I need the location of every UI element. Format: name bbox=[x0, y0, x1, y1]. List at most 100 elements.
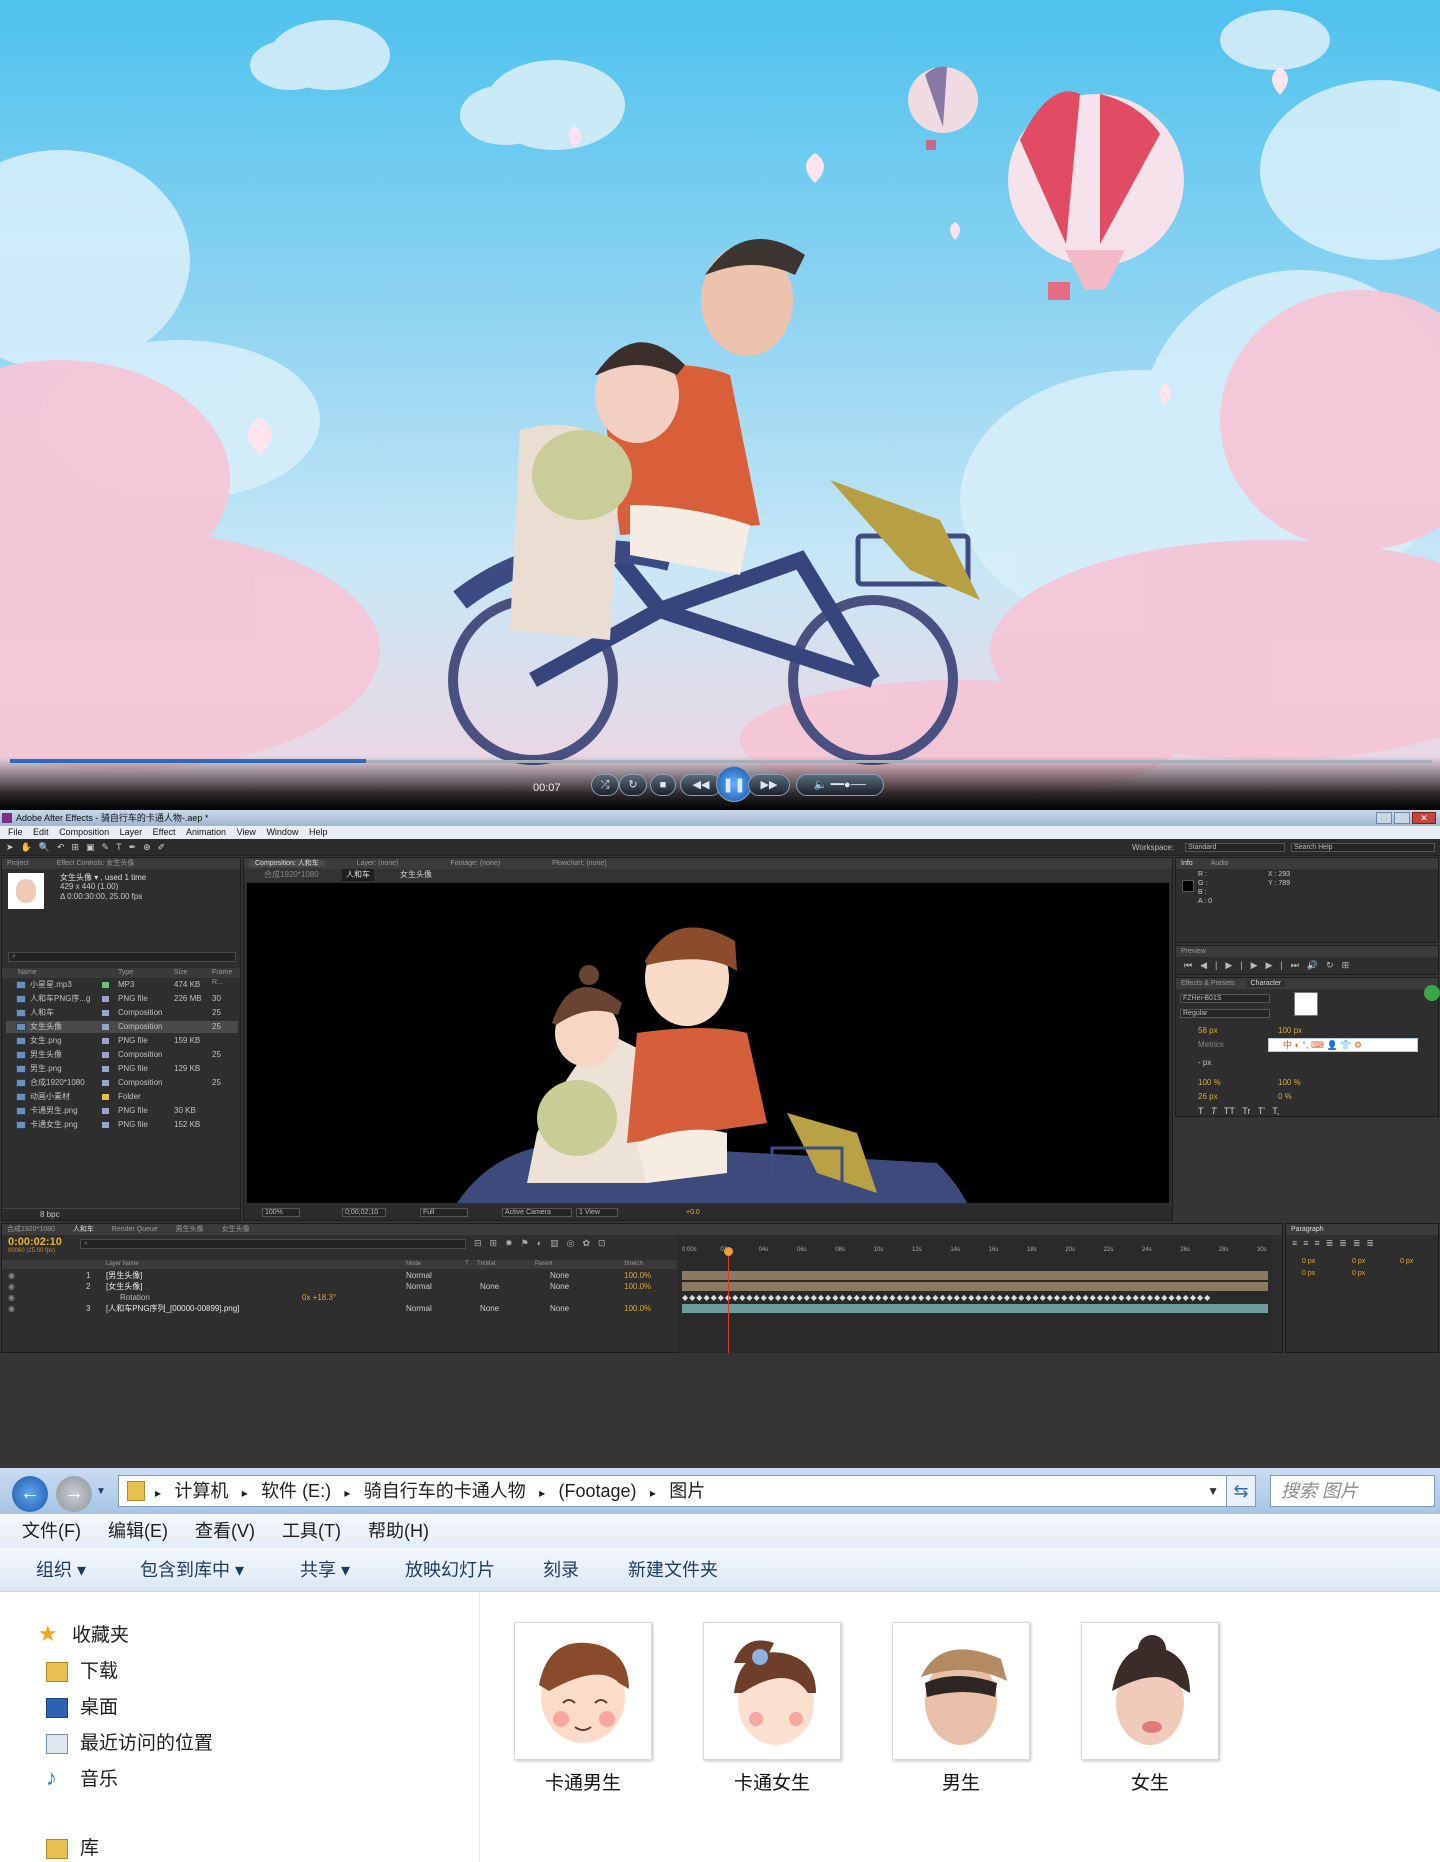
layer-mode[interactable]: Normal bbox=[406, 1281, 432, 1292]
file-thumb-cartoon-boy[interactable] bbox=[514, 1622, 652, 1760]
layer-parent[interactable]: None bbox=[550, 1281, 569, 1292]
tab-render-queue[interactable]: Render Queue bbox=[112, 1226, 158, 1233]
baseline-shift-value[interactable]: 26 px bbox=[1198, 1092, 1218, 1101]
col-mode[interactable]: Mode bbox=[406, 1260, 421, 1269]
menu-animation[interactable]: Animation bbox=[186, 827, 226, 837]
breadcrumb-item[interactable]: 骑自行车的卡通人物 bbox=[364, 1481, 526, 1501]
menu-help[interactable]: Help bbox=[309, 827, 328, 837]
col-parent[interactable]: Parent bbox=[535, 1260, 553, 1269]
col-name[interactable]: Name bbox=[18, 968, 37, 978]
menu-layer[interactable]: Layer bbox=[120, 827, 143, 837]
project-search[interactable]: ⌕ bbox=[8, 952, 236, 962]
video-player[interactable]: 00:07 ⤮ ↻ ■ ◀◀ ❚❚ ▶▶ 🔈 ━━●── bbox=[0, 0, 1440, 810]
current-time-indicator[interactable] bbox=[728, 1247, 729, 1353]
file-thumb-boy[interactable] bbox=[892, 1622, 1030, 1760]
menu-edit[interactable]: Edit bbox=[33, 827, 49, 837]
layer-parent[interactable]: None bbox=[550, 1270, 569, 1281]
col-t[interactable]: T bbox=[465, 1260, 469, 1269]
breadcrumb-item[interactable]: (Footage) bbox=[558, 1481, 636, 1501]
shuffle-icon[interactable]: ⤮ bbox=[591, 774, 619, 796]
tsume-value[interactable]: 0 % bbox=[1278, 1092, 1292, 1101]
timeline-graph[interactable]: 0:00s02s04s06s08s10s12s14s16s18s20s22s24… bbox=[678, 1235, 1273, 1353]
subscript-button[interactable]: T, bbox=[1272, 1106, 1279, 1116]
indent-left-value[interactable]: 0 px bbox=[1302, 1258, 1315, 1265]
indent-first-value[interactable]: 0 px bbox=[1400, 1258, 1413, 1265]
menu-view-cn[interactable]: 查看(V) bbox=[195, 1521, 255, 1541]
tab-info[interactable]: Info bbox=[1181, 860, 1193, 867]
layer-stretch[interactable]: 100.0% bbox=[624, 1281, 651, 1292]
organize-button[interactable]: 组织 ▾ bbox=[36, 1548, 86, 1592]
layer-mode[interactable]: Normal bbox=[406, 1303, 432, 1314]
timeline-property-row[interactable]: ◉ Rotation 0x +18.3° bbox=[2, 1292, 677, 1303]
visibility-eye-icon[interactable]: ◉ bbox=[8, 1281, 15, 1292]
volume-slider[interactable]: 🔈 ━━●── bbox=[796, 774, 884, 796]
file-thumb-girl[interactable] bbox=[1081, 1622, 1219, 1760]
playhead-icon[interactable] bbox=[724, 1247, 733, 1256]
address-dropdown-icon[interactable]: ▼ bbox=[1207, 1476, 1219, 1506]
next-button[interactable]: ▶▶ bbox=[748, 774, 790, 796]
tab-layer[interactable]: Layer: (none) bbox=[357, 860, 399, 867]
tab-character[interactable]: Character bbox=[1246, 980, 1286, 987]
layer-stretch[interactable]: 100.0% bbox=[624, 1303, 651, 1314]
menu-edit-cn[interactable]: 编辑(E) bbox=[108, 1521, 168, 1541]
all-caps-button[interactable]: TT bbox=[1224, 1106, 1235, 1116]
menu-view[interactable]: View bbox=[237, 827, 256, 837]
crumb-girl-head[interactable]: 女生头像 bbox=[400, 869, 432, 881]
breadcrumb-item[interactable]: 软件 (E:) bbox=[261, 1481, 331, 1501]
project-item[interactable]: 女生.png PNG file 159 KB bbox=[6, 1035, 238, 1047]
layer-name[interactable]: [女生头像] bbox=[106, 1281, 142, 1292]
file-label-boy[interactable]: 男生 bbox=[881, 1768, 1041, 1795]
breadcrumb-separator-icon[interactable]: ▸ bbox=[536, 1486, 549, 1500]
share-button[interactable]: 共享 ▾ bbox=[300, 1548, 350, 1592]
breadcrumb-separator-icon[interactable]: ▸ bbox=[155, 1486, 164, 1500]
resolution-dropdown[interactable]: Full bbox=[420, 1208, 468, 1217]
forward-arrow-icon[interactable]: → bbox=[56, 1476, 92, 1512]
workspace-dropdown[interactable]: Standard bbox=[1185, 843, 1285, 852]
file-label-cartoon-girl[interactable]: 卡通女生 bbox=[692, 1768, 852, 1795]
layer-name[interactable]: Rotation bbox=[120, 1292, 150, 1303]
exposure-value[interactable]: +0.0 bbox=[686, 1206, 700, 1220]
preview-transport-icons[interactable]: ⏮◀|▶|▶▶|⏭🔊↻⊞ bbox=[1184, 960, 1357, 971]
col-size[interactable]: Size bbox=[174, 968, 188, 978]
zoom-dropdown[interactable]: 100% bbox=[262, 1208, 300, 1217]
project-item[interactable]: 女生头像 Composition 25 bbox=[6, 1021, 238, 1033]
tab-preview[interactable]: Preview bbox=[1181, 948, 1206, 955]
visibility-eye-icon[interactable]: ◉ bbox=[8, 1303, 15, 1314]
indent-right-value[interactable]: 0 px bbox=[1352, 1258, 1365, 1265]
ime-toolbar[interactable]: 中 ◐ °, ⌨ 👤 👕 ⚙ bbox=[1268, 1038, 1418, 1052]
visibility-eye-icon[interactable]: ◉ bbox=[8, 1270, 15, 1281]
layer-name[interactable]: [男生头像] bbox=[106, 1270, 142, 1281]
col-stretch[interactable]: Stretch bbox=[624, 1260, 643, 1269]
breadcrumb-separator-icon[interactable]: ▸ bbox=[647, 1486, 660, 1500]
stroke-width-value[interactable]: - px bbox=[1198, 1058, 1211, 1067]
space-before-value[interactable]: 0 px bbox=[1302, 1270, 1315, 1277]
file-thumb-cartoon-girl[interactable] bbox=[703, 1622, 841, 1760]
layer-mode[interactable]: Normal bbox=[406, 1270, 432, 1281]
font-size-value[interactable]: 58 px bbox=[1198, 1026, 1218, 1035]
layer-parent[interactable]: None bbox=[550, 1303, 569, 1314]
layer-mode[interactable]: 0x +18.3° bbox=[302, 1292, 336, 1303]
layer-stretch[interactable]: 100.0% bbox=[624, 1270, 651, 1281]
new-folder-button[interactable]: 新建文件夹 bbox=[628, 1548, 718, 1592]
project-item[interactable]: 卡通男生.png PNG file 30 KB bbox=[6, 1105, 238, 1117]
tab-main-comp[interactable]: 合成1920*1080 bbox=[7, 1226, 55, 1233]
file-label-girl[interactable]: 女生 bbox=[1070, 1768, 1230, 1795]
layer-name[interactable]: [人和车PNG序列_[00000-00899].png] bbox=[106, 1303, 239, 1314]
menu-file[interactable]: File bbox=[8, 827, 23, 837]
slideshow-button[interactable]: 放映幻灯片 bbox=[405, 1548, 495, 1592]
crumb-person-bike[interactable]: 人和车 bbox=[342, 869, 374, 881]
tool-icons[interactable]: ➤✋🔍↶⊞▣✎T✒⊕✐ bbox=[6, 842, 296, 853]
menu-help-cn[interactable]: 帮助(H) bbox=[368, 1521, 429, 1541]
layer-bar-1[interactable] bbox=[682, 1271, 1268, 1280]
timeline-switch-icons[interactable]: ⊟⊞✹⚑◐▥◎✿⊡ bbox=[474, 1238, 614, 1249]
visibility-eye-icon[interactable]: ◉ bbox=[8, 1292, 15, 1303]
col-type[interactable]: Type bbox=[118, 968, 133, 978]
layer-bar-2[interactable] bbox=[682, 1282, 1268, 1291]
pause-button[interactable]: ❚❚ bbox=[716, 766, 752, 802]
font-style-dropdown[interactable]: Regular bbox=[1180, 1009, 1270, 1018]
timeline-layer-row[interactable]: ◉ 2 [女生头像] Normal None None 100.0% bbox=[2, 1281, 677, 1292]
tab-composition[interactable]: Composition: 人和车 bbox=[249, 860, 325, 867]
tab-project[interactable]: Project bbox=[7, 860, 29, 867]
breadcrumb[interactable]: ▸ 计算机 ▸ 软件 (E:) ▸ 骑自行车的卡通人物 ▸ (Footage) … bbox=[118, 1475, 1256, 1507]
small-caps-button[interactable]: Tr bbox=[1242, 1106, 1250, 1116]
